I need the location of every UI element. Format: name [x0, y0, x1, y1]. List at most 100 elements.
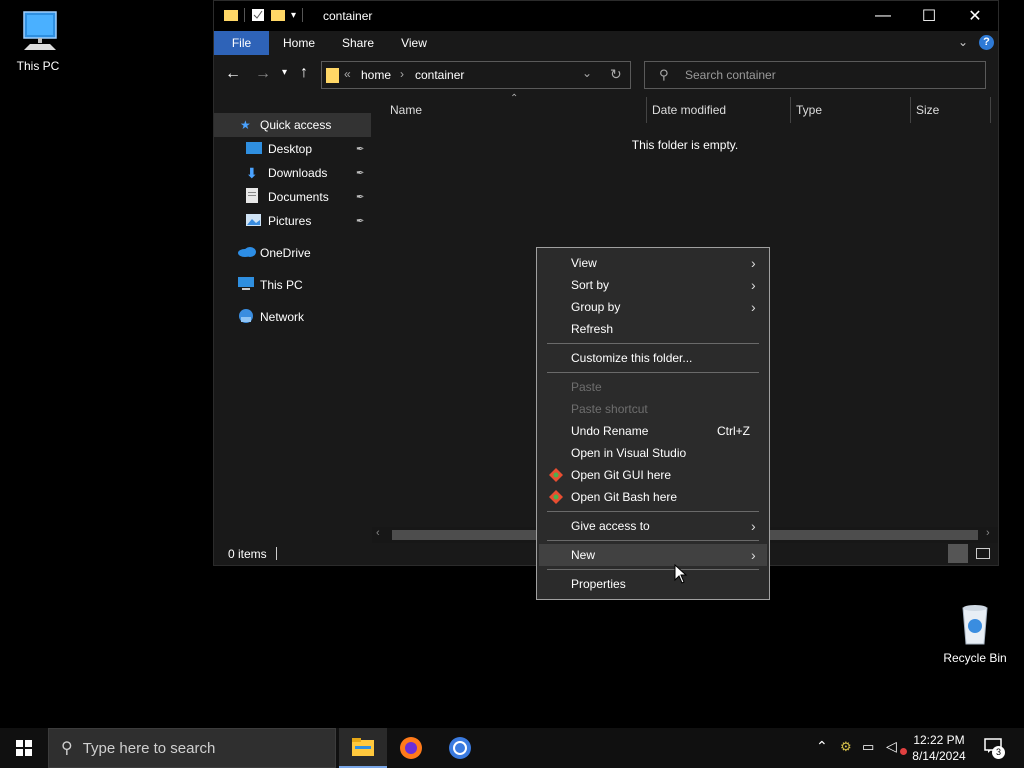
column-divider[interactable] [910, 97, 911, 123]
network-icon [238, 308, 260, 327]
recent-locations-icon[interactable]: ▾ [282, 67, 287, 78]
menu-item-open-visual-studio[interactable]: Open in Visual Studio [539, 442, 767, 464]
taskbar-chrome[interactable] [436, 728, 484, 768]
nav-item-desktop[interactable]: Desktop ✒ [214, 137, 371, 161]
nav-item-onedrive[interactable]: OneDrive [214, 241, 371, 265]
tab-home[interactable]: Home [277, 31, 321, 55]
column-size[interactable]: Size [916, 97, 939, 123]
divider [244, 8, 245, 22]
pin-icon: ✒ [356, 191, 365, 203]
menu-item-paste-shortcut: Paste shortcut [539, 398, 767, 420]
menu-item-view[interactable]: View › [539, 252, 767, 274]
taskbar-search-box[interactable]: ⚲ Type here to search [48, 728, 336, 768]
menu-item-properties[interactable]: Properties [539, 573, 767, 595]
scroll-right-icon[interactable]: › [986, 527, 990, 539]
nav-item-pictures[interactable]: Pictures ✒ [214, 209, 371, 233]
menu-item-open-git-bash[interactable]: Open Git Bash here [539, 486, 767, 508]
taskbar-firefox[interactable] [387, 728, 435, 768]
sort-ascending-icon: ⌃ [510, 93, 519, 104]
menu-item-new[interactable]: New › [539, 544, 767, 566]
breadcrumb-container[interactable]: container [415, 68, 464, 82]
close-button[interactable]: ✕ [952, 1, 998, 31]
taskbar-file-explorer[interactable] [339, 728, 387, 768]
nav-item-label: This PC [260, 278, 303, 292]
tab-share[interactable]: Share [336, 31, 380, 55]
nav-item-network[interactable]: Network [214, 305, 371, 329]
taskbar: ⚲ Type here to search ⌃ ⚙ ▭ ◁ 12:22 PM 8… [0, 728, 1024, 768]
picture-icon [246, 213, 268, 229]
item-count: 0 items [228, 547, 267, 561]
nav-item-quick-access[interactable]: ★ Quick access [214, 113, 371, 137]
forward-arrow-icon[interactable]: → [255, 65, 271, 83]
context-menu: View › Sort by › Group by › Refresh Customi… [536, 247, 770, 600]
help-icon[interactable]: ? [979, 35, 994, 50]
nav-item-label: Pictures [268, 214, 312, 228]
customize-qat-icon[interactable]: ▾ [291, 10, 296, 21]
menu-item-label: Sort by [571, 278, 610, 292]
desktop-icon-label: This PC [16, 59, 60, 73]
taskbar-clock[interactable]: 12:22 PM 8/14/2024 [904, 732, 974, 764]
properties-icon[interactable] [251, 8, 265, 22]
breadcrumb-home[interactable]: home [361, 68, 391, 82]
maximize-button[interactable]: ☐ [906, 1, 952, 31]
column-divider[interactable] [646, 97, 647, 123]
up-arrow-icon[interactable]: ↑ [300, 64, 308, 82]
nav-item-label: OneDrive [260, 246, 311, 260]
tab-view[interactable]: View [392, 31, 436, 55]
start-button[interactable] [0, 728, 48, 768]
nav-item-this-pc[interactable]: This PC [214, 273, 371, 297]
expand-ribbon-icon[interactable]: ⌄ [958, 35, 968, 49]
minimize-button[interactable]: — [860, 1, 906, 31]
window-title: container [323, 9, 373, 23]
menu-item-customize-folder[interactable]: Customize this folder... [539, 347, 767, 369]
column-divider[interactable] [990, 97, 991, 123]
tab-file[interactable]: File [214, 31, 269, 55]
volume-muted-icon[interactable]: ◁ [886, 738, 897, 755]
menu-item-open-git-gui[interactable]: Open Git GUI here [539, 464, 767, 486]
column-type[interactable]: Type [796, 97, 822, 123]
download-arrow-icon: ⬇ [246, 164, 258, 181]
network-tray-icon[interactable]: ▭ [862, 739, 874, 755]
chrome-icon [449, 737, 471, 759]
nav-item-label: Quick access [260, 118, 332, 132]
desktop-icon-recycle-bin[interactable]: Recycle Bin [937, 602, 1013, 665]
chevron-up-icon[interactable]: ⌃ [816, 738, 828, 755]
column-date-modified[interactable]: Date modified [652, 97, 726, 123]
git-icon [549, 468, 563, 482]
nav-item-label: Downloads [268, 166, 328, 180]
menu-item-give-access-to[interactable]: Give access to › [539, 515, 767, 537]
action-center-button[interactable]: 3 [984, 736, 1008, 760]
menu-item-label: Paste [571, 380, 602, 394]
column-divider[interactable] [790, 97, 791, 123]
scroll-left-icon[interactable]: ‹ [376, 527, 380, 539]
quick-access-toolbar: ▾ [224, 8, 304, 22]
menu-item-group-by[interactable]: Group by › [539, 296, 767, 318]
breadcrumb-separator-icon: › [400, 67, 404, 81]
large-icons-view-icon[interactable] [976, 548, 990, 559]
refresh-icon[interactable]: ↻ [610, 66, 622, 83]
desktop-icon-this-pc[interactable]: This PC [0, 10, 76, 73]
pin-icon: ✒ [356, 143, 365, 155]
back-arrow-icon[interactable]: ← [225, 65, 241, 83]
address-overflow[interactable]: « [344, 67, 351, 81]
column-name[interactable]: Name [390, 97, 422, 123]
menu-item-undo-rename[interactable]: Undo Rename Ctrl+Z [539, 420, 767, 442]
address-bar[interactable]: « home › container ⌄ ↻ [321, 61, 631, 89]
menu-separator [547, 511, 759, 512]
search-box[interactable]: ⚲ Search container [644, 61, 986, 89]
nav-item-downloads[interactable]: ⬇ Downloads ✒ [214, 161, 371, 185]
pin-icon: ✒ [356, 215, 365, 227]
address-history-icon[interactable]: ⌄ [582, 66, 592, 80]
menu-item-refresh[interactable]: Refresh [539, 318, 767, 340]
menu-separator [547, 569, 759, 570]
chevron-right-icon: › [751, 518, 756, 534]
menu-item-sort-by[interactable]: Sort by › [539, 274, 767, 296]
details-view-icon[interactable] [948, 544, 968, 563]
recycle-bin-icon [962, 605, 988, 645]
security-tray-icon[interactable]: ⚙ [840, 739, 852, 755]
menu-separator [547, 343, 759, 344]
nav-item-documents[interactable]: Documents ✒ [214, 185, 371, 209]
computer-icon [238, 276, 260, 294]
new-folder-icon[interactable] [271, 8, 285, 22]
search-placeholder: Search container [685, 68, 776, 82]
